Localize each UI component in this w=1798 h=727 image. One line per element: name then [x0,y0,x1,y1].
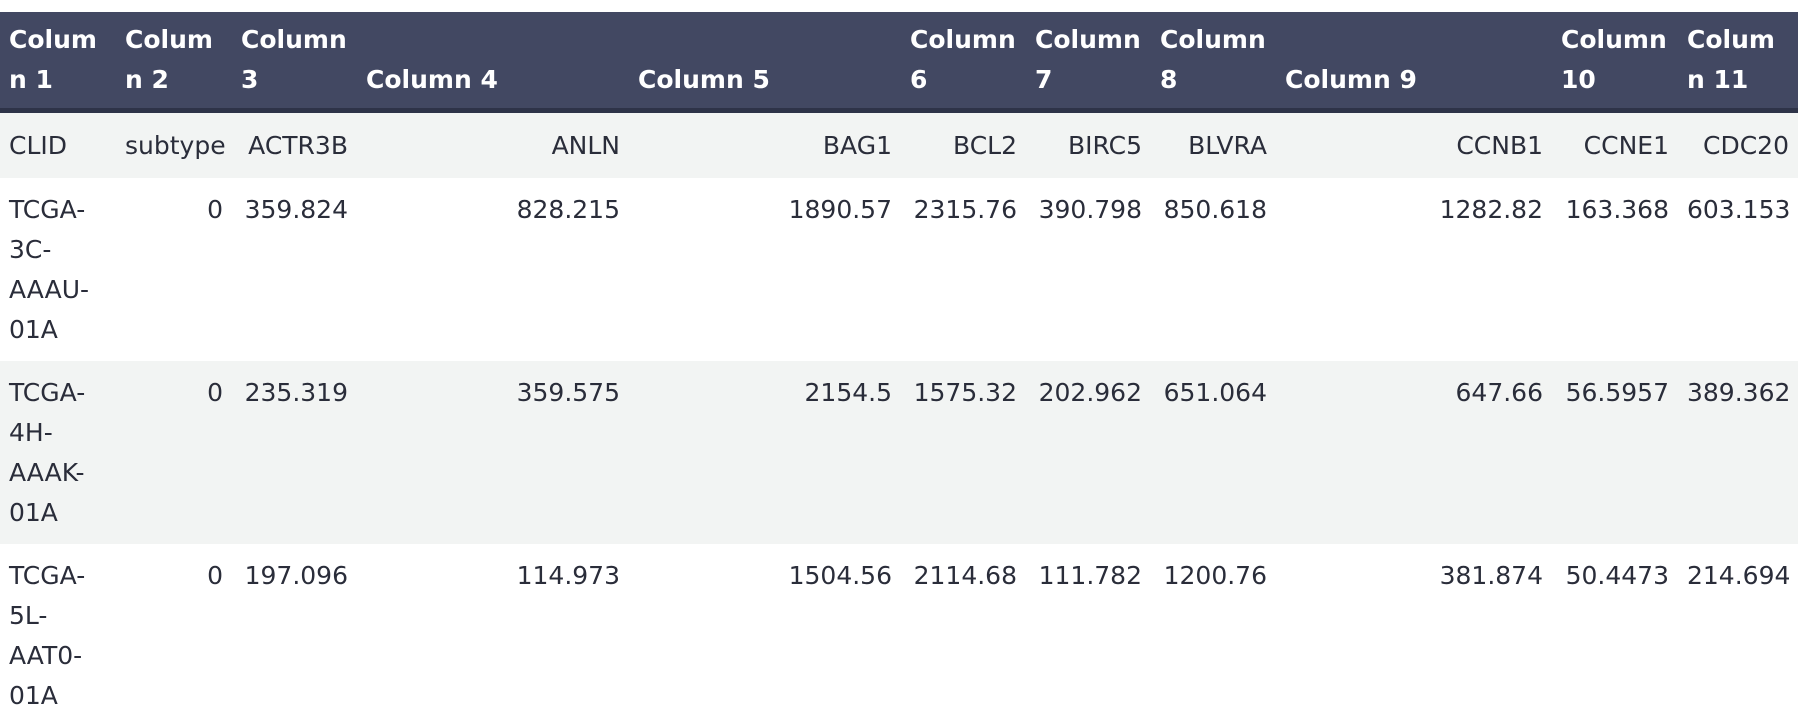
table-cell: 50.4473 [1552,544,1678,727]
table-cell: 390.798 [1026,178,1151,361]
column-header-7[interactable]: Column 7 [1026,12,1151,113]
table-cell: CCNB1 [1276,110,1552,178]
column-header-9[interactable]: Column 9 [1276,12,1552,113]
column-header-2[interactable]: Column 2 [116,12,232,113]
table-cell: 197.096 [232,544,357,727]
data-table-container: Column 1 Column 2 Column 3 Column 4 Colu… [0,12,1798,727]
table-cell: TCGA-3C-AAAU-01A [0,178,116,361]
table-cell: 163.368 [1552,178,1678,361]
table-cell: 214.694 [1678,544,1798,727]
table-cell: 381.874 [1276,544,1552,727]
table-cell: 850.618 [1151,178,1276,361]
table-cell: 603.153 [1678,178,1798,361]
table-cell: BCL2 [901,110,1026,178]
column-header-11[interactable]: Column 11 [1678,12,1798,113]
table-cell: TCGA-5L-AAT0-01A [0,544,116,727]
column-header-4[interactable]: Column 4 [357,12,629,113]
table-cell: 359.824 [232,178,357,361]
table-cell: 1504.56 [629,544,901,727]
header-row: Column 1 Column 2 Column 3 Column 4 Colu… [0,12,1798,113]
table-cell: 114.973 [357,544,629,727]
table-cell: 647.66 [1276,361,1552,544]
table-cell: ACTR3B [232,110,357,178]
table-cell: 0 [116,361,232,544]
table-cell: ANLN [357,110,629,178]
table-cell: 2315.76 [901,178,1026,361]
column-header-8[interactable]: Column 8 [1151,12,1276,113]
table-cell: 235.319 [232,361,357,544]
data-table: Column 1 Column 2 Column 3 Column 4 Colu… [0,12,1798,727]
table-cell: BLVRA [1151,110,1276,178]
table-cell: 1200.76 [1151,544,1276,727]
table-cell: TCGA-4H-AAAK-01A [0,361,116,544]
column-header-6[interactable]: Column 6 [901,12,1026,113]
column-header-5[interactable]: Column 5 [629,12,901,113]
table-cell: CCNE1 [1552,110,1678,178]
table-cell: 0 [116,178,232,361]
table-cell: 111.782 [1026,544,1151,727]
table-cell: 1575.32 [901,361,1026,544]
table-cell: 389.362 [1678,361,1798,544]
column-header-1[interactable]: Column 1 [0,12,116,113]
table-cell: 359.575 [357,361,629,544]
table-cell: 56.5957 [1552,361,1678,544]
table-cell: CDC20 [1678,110,1798,178]
table-row: TCGA-5L-AAT0-01A 0 197.096 114.973 1504.… [0,544,1798,727]
table-cell: BAG1 [629,110,901,178]
table-cell: 0 [116,544,232,727]
table-cell: 202.962 [1026,361,1151,544]
table-cell: 2154.5 [629,361,901,544]
table-cell: 1890.57 [629,178,901,361]
table-row: CLID subtype ACTR3B ANLN BAG1 BCL2 BIRC5… [0,110,1798,178]
table-cell: 828.215 [357,178,629,361]
table-row: TCGA-4H-AAAK-01A 0 235.319 359.575 2154.… [0,361,1798,544]
table-cell: 651.064 [1151,361,1276,544]
column-header-3[interactable]: Column 3 [232,12,357,113]
table-row: TCGA-3C-AAAU-01A 0 359.824 828.215 1890.… [0,178,1798,361]
table-cell: BIRC5 [1026,110,1151,178]
table-cell: subtype [116,110,232,178]
table-cell: 1282.82 [1276,178,1552,361]
table-cell: CLID [0,110,116,178]
table-cell: 2114.68 [901,544,1026,727]
column-header-10[interactable]: Column 10 [1552,12,1678,113]
